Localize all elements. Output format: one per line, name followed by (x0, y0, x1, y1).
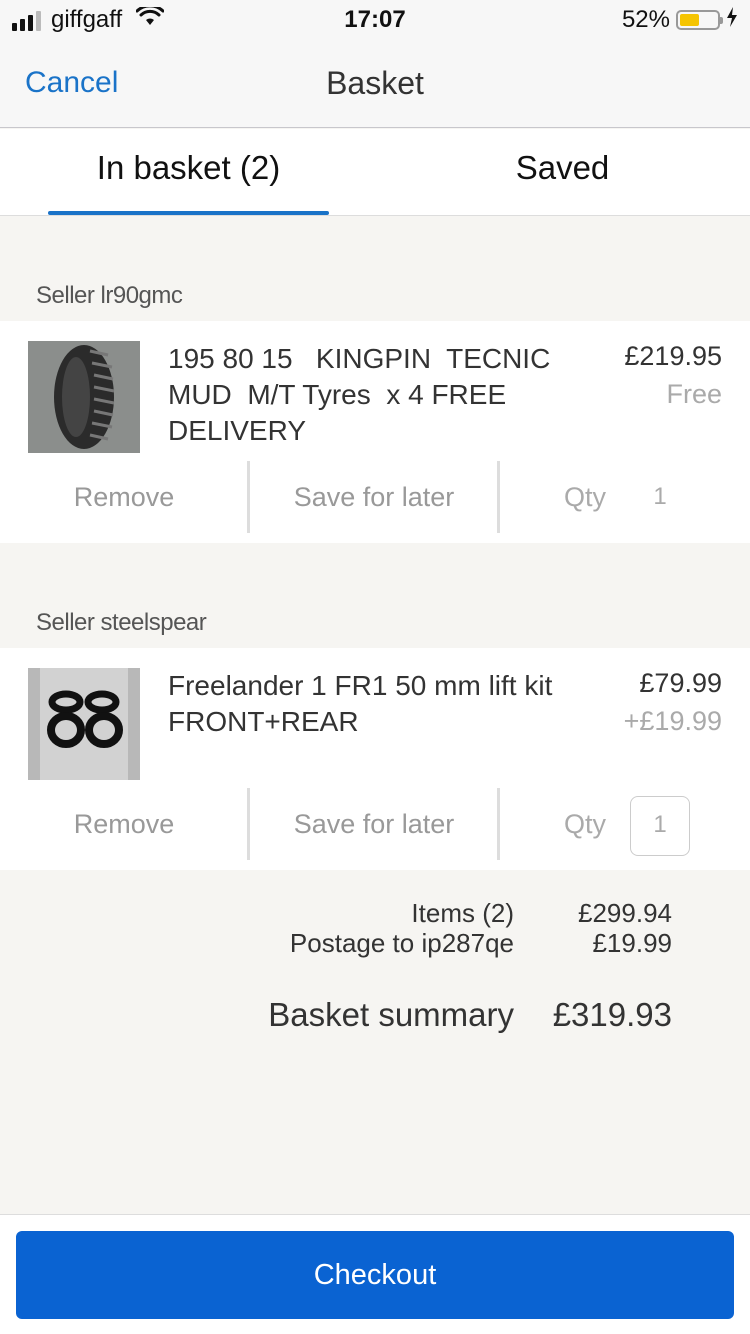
checkout-button[interactable]: Checkout (16, 1231, 734, 1319)
tab-in-basket[interactable]: In basket (2) (48, 149, 329, 187)
seller-label: Seller steelspear (36, 609, 207, 636)
charging-icon (726, 6, 738, 34)
basket-item: 195 80 15 KINGPIN TECNIC MUD M/T Tyres x… (0, 321, 750, 543)
remove-button[interactable]: Remove (0, 788, 248, 860)
tab-saved[interactable]: Saved (375, 149, 750, 187)
qty-label: Qty (564, 809, 607, 839)
item-postage: Free (666, 379, 722, 409)
items-count-label: Items (2) (411, 898, 514, 928)
seller-label: Seller lr90gmc (36, 282, 183, 309)
item-price: £219.95 (624, 341, 722, 371)
item-thumbnail[interactable] (28, 668, 140, 780)
battery-percent: 52% (621, 6, 670, 33)
save-for-later-button[interactable]: Save for later (250, 461, 498, 533)
qty-stepper[interactable]: 1 (630, 469, 690, 529)
qty-stepper[interactable]: 1 (630, 796, 690, 856)
basket-summary-label: Basket summary (268, 996, 514, 1033)
basket-item: Freelander 1 FR1 50 mm lift kit FRONT+RE… (0, 648, 750, 870)
page-title: Basket (326, 65, 424, 101)
save-for-later-button[interactable]: Save for later (250, 788, 498, 860)
footer-bar: Checkout (0, 1214, 750, 1334)
nav-bar: Cancel Basket (0, 40, 750, 128)
item-postage: +£19.99 (623, 706, 722, 736)
remove-button[interactable]: Remove (0, 461, 248, 533)
item-title[interactable]: 195 80 15 KINGPIN TECNIC MUD M/T Tyres x… (168, 341, 588, 449)
tab-bar: In basket (2) Saved (0, 129, 750, 216)
status-right: 52% (622, 6, 738, 34)
action-divider (497, 788, 500, 860)
item-thumbnail[interactable] (28, 341, 140, 453)
qty-label: Qty (564, 482, 607, 512)
item-actions: Remove Save for later Qty 1 (0, 461, 750, 533)
items-subtotal: £299.94 (578, 898, 672, 928)
postage-total: £19.99 (592, 928, 672, 958)
battery-icon (676, 10, 723, 30)
basket-total: £319.93 (552, 996, 672, 1033)
item-price: £79.99 (639, 668, 722, 698)
item-title[interactable]: Freelander 1 FR1 50 mm lift kit FRONT+RE… (168, 668, 588, 740)
status-bar: giffgaff 17:07 52% (0, 0, 750, 40)
active-tab-indicator (48, 211, 329, 215)
action-divider (497, 461, 500, 533)
item-actions: Remove Save for later Qty 1 (0, 788, 750, 860)
postage-label[interactable]: Postage to ip287qe (290, 928, 514, 959)
